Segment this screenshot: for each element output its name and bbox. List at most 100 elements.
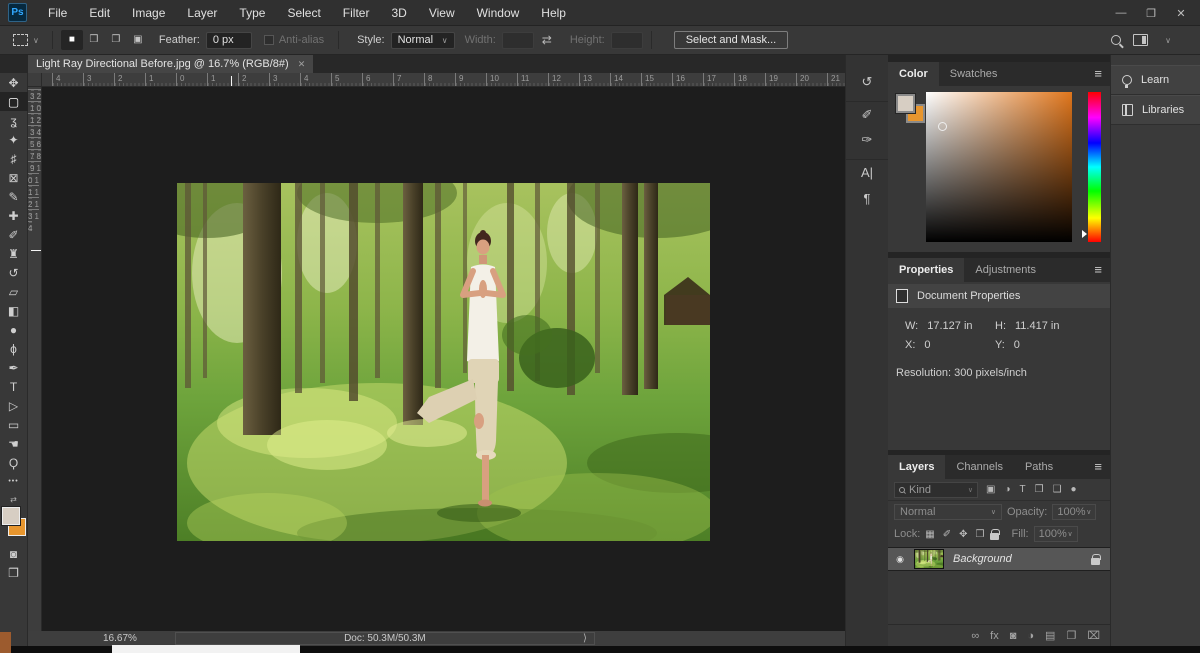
document-tab[interactable]: Light Ray Directional Before.jpg @ 16.7%… bbox=[28, 55, 313, 73]
panel-menu-icon[interactable]: ≡ bbox=[1094, 459, 1102, 474]
tab-paths[interactable]: Paths bbox=[1014, 455, 1064, 479]
learn-panel-button[interactable]: Learn bbox=[1111, 65, 1200, 95]
frame-tool[interactable]: ⊠ bbox=[0, 168, 28, 187]
feather-input[interactable]: 0 px bbox=[206, 32, 252, 49]
crop-tool[interactable]: ♯ bbox=[0, 149, 28, 168]
vertical-ruler[interactable]: 32101234567891011121314 bbox=[28, 87, 42, 631]
filter-pixel-layers-icon[interactable]: ▣ bbox=[986, 484, 995, 495]
opacity-input[interactable]: 100% ∨ bbox=[1052, 504, 1096, 520]
eraser-tool[interactable]: ▱ bbox=[0, 282, 28, 301]
layer-visibility-eye-icon[interactable]: ◉ bbox=[888, 554, 912, 565]
menu-3d[interactable]: 3D bbox=[380, 0, 417, 26]
chevron-down-icon[interactable]: ∨ bbox=[1165, 36, 1171, 45]
status-options-chevron-icon[interactable]: ⟩ bbox=[583, 633, 587, 644]
rectangle-tool[interactable]: ▭ bbox=[0, 415, 28, 434]
lock-transparency-icon[interactable]: ▦ bbox=[925, 529, 934, 540]
color-picker-ring[interactable] bbox=[938, 122, 947, 131]
tab-properties[interactable]: Properties bbox=[888, 258, 964, 282]
layer-thumbnail[interactable] bbox=[914, 549, 944, 569]
hue-slider-arrow[interactable] bbox=[1082, 230, 1087, 238]
saturation-brightness-field[interactable] bbox=[926, 92, 1072, 242]
lock-position-icon[interactable]: ✥ bbox=[959, 529, 967, 540]
fill-input[interactable]: 100% ∨ bbox=[1034, 526, 1078, 542]
canvas-area[interactable] bbox=[42, 87, 845, 631]
path-selection-tool[interactable]: ▷ bbox=[0, 396, 28, 415]
close-tab-icon[interactable]: ✕ bbox=[298, 59, 306, 70]
menu-view[interactable]: View bbox=[418, 0, 466, 26]
close-button[interactable]: ✕ bbox=[1166, 7, 1196, 20]
menu-window[interactable]: Window bbox=[466, 0, 531, 26]
lock-all-icon[interactable] bbox=[990, 533, 999, 540]
workspace-icon[interactable] bbox=[1133, 34, 1148, 46]
quick-selection-tool[interactable]: ✦ bbox=[0, 130, 28, 149]
menu-filter[interactable]: Filter bbox=[332, 0, 381, 26]
lock-paint-icon[interactable]: ✐ bbox=[943, 529, 951, 540]
eyedropper-tool[interactable]: ✎ bbox=[0, 187, 28, 206]
hand-tool[interactable]: ☚ bbox=[0, 434, 28, 453]
filter-toggle-icon[interactable]: ● bbox=[1071, 484, 1077, 495]
antialias-checkbox[interactable] bbox=[264, 35, 274, 45]
panel-menu-icon[interactable]: ≡ bbox=[1094, 262, 1102, 277]
zoom-level-field[interactable]: 16.67% bbox=[103, 633, 137, 644]
style-select[interactable]: Normal ∨ bbox=[391, 32, 455, 49]
lock-artboard-icon[interactable]: ❒ bbox=[976, 529, 985, 540]
tab-color[interactable]: Color bbox=[888, 62, 939, 86]
tab-layers[interactable]: Layers bbox=[888, 455, 945, 479]
menu-layer[interactable]: Layer bbox=[176, 0, 228, 26]
intersect-selection-icon[interactable]: ▣ bbox=[127, 30, 149, 50]
edit-toolbar-icon[interactable]: ••• bbox=[0, 472, 28, 491]
history-panel-icon[interactable]: ↺ bbox=[846, 69, 889, 95]
libraries-panel-button[interactable]: Libraries bbox=[1111, 95, 1200, 125]
add-layer-mask-icon[interactable]: ◙ bbox=[1010, 630, 1017, 642]
height-input[interactable] bbox=[611, 32, 643, 49]
marquee-tool-preset-icon[interactable] bbox=[13, 34, 28, 46]
foreground-color-swatch[interactable] bbox=[2, 507, 20, 525]
character-panel-icon[interactable]: A| bbox=[846, 159, 889, 185]
brush-tool[interactable]: ✐ bbox=[0, 225, 28, 244]
brush-settings-panel-icon[interactable]: ✐ bbox=[846, 101, 889, 127]
minimize-button[interactable]: — bbox=[1106, 7, 1136, 19]
move-tool[interactable]: ✥ bbox=[0, 73, 28, 92]
screen-mode-button[interactable]: ❐ bbox=[0, 563, 28, 582]
horizontal-ruler[interactable]: 43210123456789101112131415161718192021 bbox=[42, 73, 845, 87]
layer-name[interactable]: Background bbox=[953, 553, 1091, 565]
filter-adjustment-layers-icon[interactable]: ◑ bbox=[1004, 484, 1010, 495]
filter-smart-objects-icon[interactable]: ❑ bbox=[1053, 484, 1062, 495]
select-and-mask-button[interactable]: Select and Mask... bbox=[674, 31, 789, 49]
blur-tool[interactable]: ● bbox=[0, 320, 28, 339]
menu-help[interactable]: Help bbox=[530, 0, 577, 26]
swap-colors-icon[interactable]: ⇄ bbox=[10, 495, 17, 504]
blend-mode-select[interactable]: Normal ∨ bbox=[894, 504, 1002, 520]
hue-slider[interactable] bbox=[1088, 92, 1101, 242]
new-selection-icon[interactable]: ■ bbox=[61, 30, 83, 50]
lasso-tool[interactable]: ʓ bbox=[0, 111, 28, 130]
paragraph-panel-icon[interactable]: ¶ bbox=[846, 185, 889, 211]
filter-shape-layers-icon[interactable]: ❒ bbox=[1035, 484, 1044, 495]
chevron-down-icon[interactable]: ∨ bbox=[33, 36, 39, 45]
layer-effects-icon[interactable]: fx bbox=[990, 630, 999, 642]
zoom-tool[interactable]: Ϙ bbox=[0, 453, 28, 472]
layer-locked-icon[interactable] bbox=[1091, 558, 1100, 565]
restore-button[interactable]: ❐ bbox=[1136, 7, 1166, 20]
history-brush-tool[interactable]: ↺ bbox=[0, 263, 28, 282]
tab-adjustments[interactable]: Adjustments bbox=[964, 258, 1047, 282]
document-image[interactable] bbox=[177, 183, 710, 541]
document-size-status[interactable]: Doc: 50.3M/50.3M ⟩ bbox=[175, 632, 595, 645]
add-to-selection-icon[interactable]: ❒ bbox=[83, 30, 105, 50]
pen-tool[interactable]: ✒ bbox=[0, 358, 28, 377]
layer-row-background[interactable]: ◉ Background bbox=[888, 547, 1110, 571]
menu-image[interactable]: Image bbox=[121, 0, 176, 26]
menu-select[interactable]: Select bbox=[276, 0, 331, 26]
width-input[interactable] bbox=[502, 32, 534, 49]
panel-menu-icon[interactable]: ≡ bbox=[1094, 66, 1102, 81]
clone-stamp-tool[interactable]: ♜ bbox=[0, 244, 28, 263]
brushes-panel-icon[interactable]: ✑ bbox=[846, 127, 889, 153]
new-group-icon[interactable]: ▤ bbox=[1045, 629, 1055, 642]
menu-edit[interactable]: Edit bbox=[78, 0, 121, 26]
gradient-tool[interactable]: ◧ bbox=[0, 301, 28, 320]
rectangular-marquee-tool[interactable]: ▢ bbox=[0, 92, 28, 111]
foreground-color-swatch[interactable] bbox=[896, 94, 915, 113]
swap-width-height-icon[interactable]: ⇄ bbox=[542, 33, 552, 47]
healing-brush-tool[interactable]: ✚ bbox=[0, 206, 28, 225]
kind-filter-select[interactable]: Kind ∨ bbox=[894, 482, 978, 498]
